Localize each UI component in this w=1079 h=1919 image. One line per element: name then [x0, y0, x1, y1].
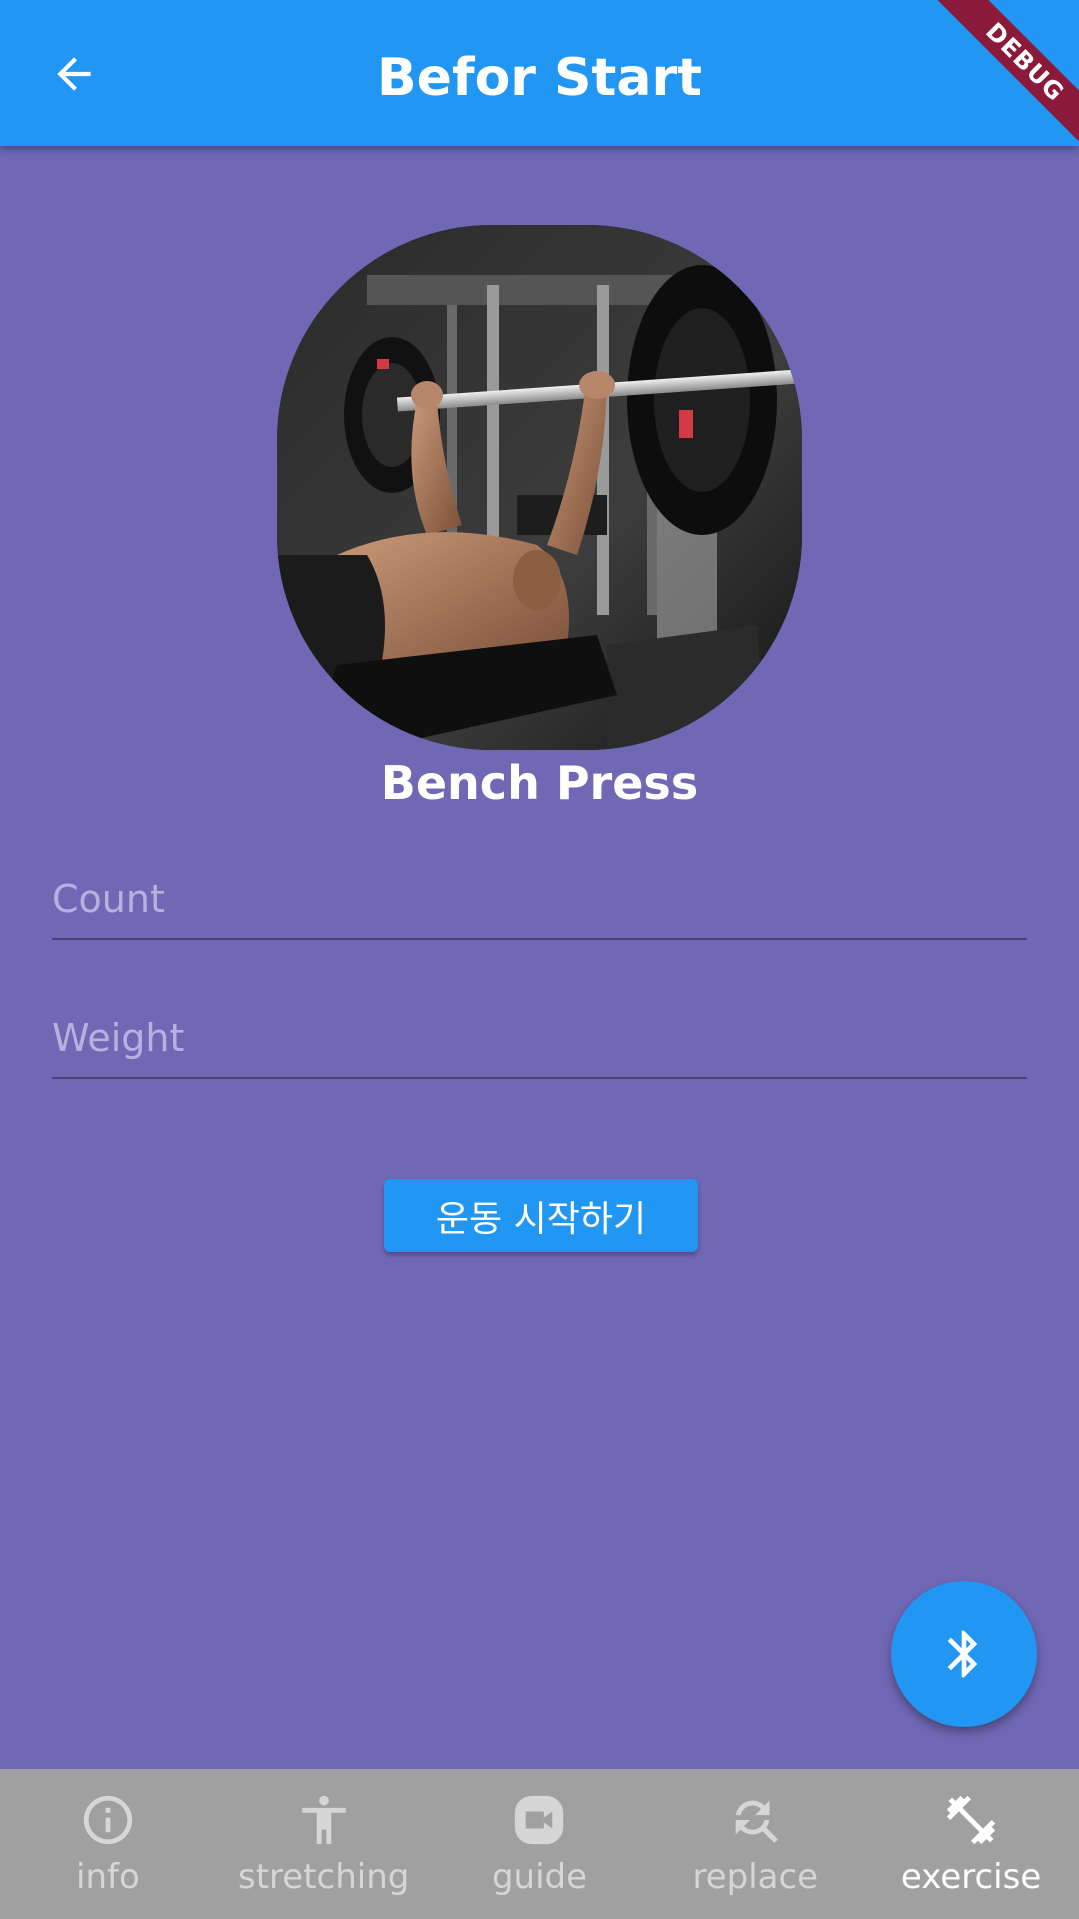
accessibility-icon — [295, 1791, 353, 1849]
page-title: Befor Start — [377, 48, 702, 108]
nav-item-exercise[interactable]: exercise — [863, 1769, 1079, 1919]
nav-item-guide[interactable]: guide — [432, 1769, 648, 1919]
nav-label-replace: replace — [692, 1857, 819, 1897]
nav-item-replace[interactable]: replace — [647, 1769, 863, 1919]
bluetooth-fab[interactable] — [891, 1581, 1037, 1727]
bottom-navigation: info stretching guide replace exercise — [0, 1769, 1079, 1919]
nav-label-guide: guide — [491, 1857, 588, 1897]
bluetooth-icon — [947, 1630, 978, 1678]
nav-label-stretching: stretching — [238, 1857, 410, 1897]
nav-label-exercise: exercise — [900, 1857, 1042, 1897]
count-field[interactable] — [52, 848, 1027, 944]
app-bar: Befor Start — [0, 0, 1079, 146]
exercise-title: Bench Press — [380, 756, 699, 810]
weight-input[interactable] — [52, 987, 1027, 1083]
nav-label-info: info — [76, 1857, 140, 1897]
nav-item-stretching[interactable]: stretching — [216, 1769, 432, 1919]
info-icon — [79, 1791, 137, 1849]
exercise-image — [277, 225, 802, 750]
fitness-center-icon — [942, 1791, 1000, 1849]
bench-press-photo — [277, 225, 802, 750]
weight-field[interactable] — [52, 987, 1027, 1083]
video-icon — [510, 1791, 568, 1849]
start-exercise-button[interactable]: 운동 시작하기 — [384, 1179, 698, 1252]
find-replace-icon — [726, 1791, 784, 1849]
count-input[interactable] — [52, 848, 1027, 944]
nav-item-info[interactable]: info — [0, 1769, 216, 1919]
